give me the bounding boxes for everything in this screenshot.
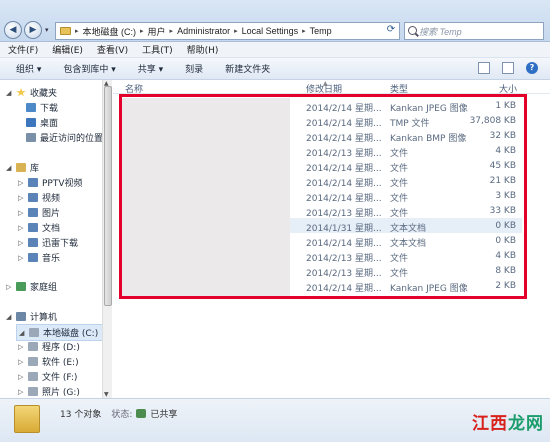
nav-pptv[interactable]: ▷ PPTV视频 [18,176,83,189]
breadcrumb-temp[interactable]: Temp [310,26,332,36]
nav-drive-g[interactable]: ▷ 照片 (G:) [18,385,80,398]
video-library-icon [28,178,38,187]
breadcrumb-users[interactable]: 用户 [148,25,166,38]
desktop-icon [26,118,36,127]
share-button[interactable]: 共享 ▾ [138,62,163,75]
computer-icon [16,312,26,321]
refresh-icon[interactable]: ⟳ [384,24,398,38]
nav-pictures[interactable]: ▷ 图片 [18,206,60,219]
nav-drive-f[interactable]: ▷ 文件 (F:) [18,370,77,383]
video-icon [28,193,38,202]
nav-homegroup[interactable]: ▷ 家庭组 [6,280,57,293]
nav-drive-e[interactable]: ▷ 软件 (E:) [18,355,79,368]
drive-icon [28,372,38,381]
nav-downloads[interactable]: 下载 [26,101,58,114]
drive-icon [28,357,38,366]
column-header-row: ▲ 名称 修改日期 类型 大小 [113,80,550,95]
music-icon [28,253,38,262]
collapse-arrow-icon[interactable]: ◢ [6,164,12,172]
state-value: 已共享 [150,410,178,420]
view-options-icon[interactable] [478,62,490,74]
menu-file[interactable]: 文件(F) [8,43,38,56]
folder-icon [60,27,71,35]
picture-icon [28,208,38,217]
help-icon[interactable]: ? [526,62,538,74]
collapse-arrow-icon[interactable]: ◢ [6,313,12,321]
status-info: 13 个对象 状态: 已共享 [60,407,177,420]
navigation-pane: ◢ 收藏夹 下载 桌面 最近访问的位置 ◢ 库 ▷ PPTV视频 ▷ 视频 ▷ … [0,80,112,398]
preview-pane-icon[interactable] [502,62,514,74]
star-icon [16,88,26,97]
nav-recent[interactable]: 最近访问的位置 [26,131,103,144]
nav-drive-d[interactable]: ▷ 程序 (D:) [18,340,80,353]
menu-help[interactable]: 帮助(H) [187,43,219,56]
state-label: 状态: [111,410,133,420]
nav-documents[interactable]: ▷ 文档 [18,221,60,234]
search-input[interactable]: 搜索 Temp [404,22,544,40]
drive-icon [28,387,38,396]
breadcrumb-administrator[interactable]: Administrator [177,26,230,36]
breadcrumb-local-settings[interactable]: Local Settings [242,26,299,36]
new-folder-button[interactable]: 新建文件夹 [225,62,270,75]
highlight-annotation [119,94,527,299]
collapse-arrow-icon[interactable]: ◢ [6,89,12,97]
download-folder-icon [26,103,36,112]
nav-videos[interactable]: ▷ 视频 [18,191,60,204]
command-bar: 组织 ▾ 包含到库中 ▾ 共享 ▾ 刻录 新建文件夹 ? [0,58,550,80]
search-placeholder: 搜索 Temp [419,26,462,37]
nav-scrollbar[interactable]: ▲ ▼ [102,80,112,398]
details-pane: 13 个对象 状态: 已共享 江西龙网 [0,398,550,442]
address-bar[interactable]: ▸ 本地磁盘 (C:) ▸ 用户 ▸ Administrator ▸ Local… [55,22,400,40]
homegroup-icon [16,282,26,291]
back-button[interactable]: ◀ [4,21,22,39]
recent-places-icon [26,133,36,142]
download-library-icon [28,238,38,247]
recent-pages-dropdown[interactable]: ▾ [45,26,49,34]
nav-computer[interactable]: ◢ 计算机 [6,310,57,323]
nav-desktop[interactable]: 桌面 [26,116,58,129]
watermark-logo: 江西龙网 [472,414,544,434]
menu-bar: 文件(F) 编辑(E) 查看(V) 工具(T) 帮助(H) [0,42,550,58]
include-in-library-button[interactable]: 包含到库中 ▾ [63,62,115,75]
drive-icon [28,342,38,351]
menu-edit[interactable]: 编辑(E) [52,43,83,56]
address-bar-row: ◀ ▶ ▾ ▸ 本地磁盘 (C:) ▸ 用户 ▸ Administrator ▸… [0,0,550,42]
menu-view[interactable]: 查看(V) [97,43,128,56]
object-count: 13 个对象 [60,410,102,420]
library-icon [16,163,26,172]
document-icon [28,223,38,232]
drive-icon [29,328,39,337]
nav-drive-c[interactable]: ◢ 本地磁盘 (C:) [16,324,104,341]
breadcrumb-c-drive[interactable]: 本地磁盘 (C:) [83,25,137,38]
explorer-window: – □ ✕ ◀ ▶ ▾ ▸ 本地磁盘 (C:) ▸ 用户 ▸ Administr… [0,0,550,442]
scroll-down-icon[interactable]: ▼ [104,391,109,398]
nav-music[interactable]: ▷ 音乐 [18,251,60,264]
nav-favorites[interactable]: ◢ 收藏夹 [6,86,57,99]
menu-tools[interactable]: 工具(T) [142,43,173,56]
toolbar-right: ? [478,62,538,74]
scrollbar-thumb[interactable] [104,86,112,306]
folder-icon [14,405,40,433]
nav-thunder[interactable]: ▷ 迅雷下载 [18,236,78,249]
forward-button[interactable]: ▶ [24,21,42,39]
shared-icon [136,409,147,418]
burn-button[interactable]: 刻录 [185,62,203,75]
organize-button[interactable]: 组织 ▾ [16,62,41,75]
search-icon [408,26,417,35]
nav-libraries[interactable]: ◢ 库 [6,161,39,174]
